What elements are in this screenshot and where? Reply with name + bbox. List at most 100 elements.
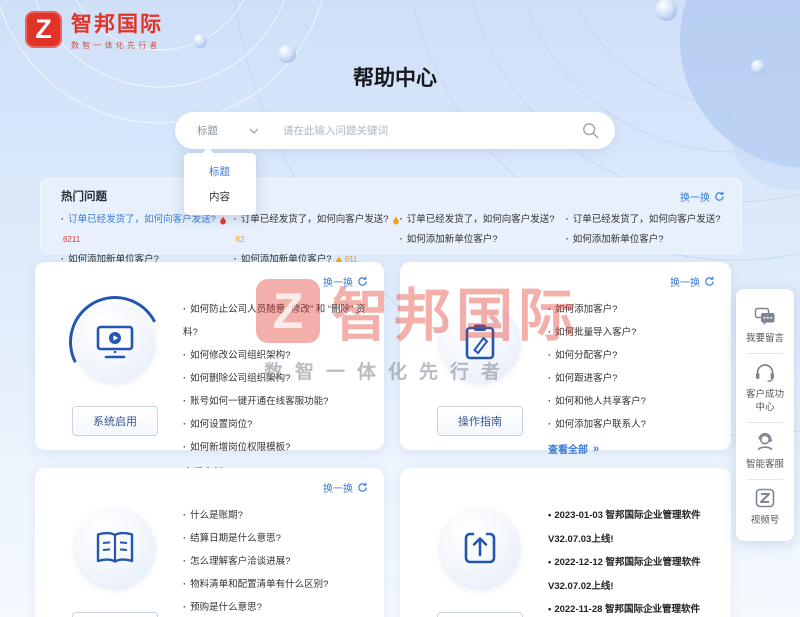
brand-logo[interactable]: Z 智邦国际 数智一体化先行者 — [25, 11, 163, 51]
hot-column: 订单已经发货了，如何向客户发送? 如何添加新单位客户? — [566, 210, 725, 270]
hot-question-text[interactable]: 订单已经发货了，如何向客户发送? — [573, 210, 721, 230]
floating-sidebar: 我要留言 客户成功中心 智能客服 — [736, 289, 794, 541]
version-update-link[interactable]: 2023-01-03 智邦国际企业管理软件V32.07.03上线! — [548, 504, 715, 551]
sidebar-item-label: 我要留言 — [744, 332, 786, 345]
service-agent-icon — [754, 431, 776, 452]
refresh-label: 换一换 — [670, 274, 700, 289]
category-card-system-activation: 换一换 系统启用 — [35, 262, 384, 450]
question-link[interactable]: 如何和他人共享客户? — [548, 390, 715, 413]
hot-question[interactable]: 订单已经发货了，如何向客户发送? 62 — [234, 210, 400, 250]
brand-tagline: 数智一体化先行者 — [71, 40, 163, 51]
hot-count: 6211 — [63, 230, 80, 250]
card-refresh-button[interactable]: 换一换 — [323, 480, 368, 495]
hot-questions-panel: 热门问题 换一换 订单已经发货了，如何向客户发送? 6211 — [40, 178, 742, 254]
refresh-label: 换一换 — [323, 274, 353, 289]
search-filter-select[interactable]: 标题 — [175, 123, 269, 138]
category-card-operation-guide: 换一换 操作指南 如何添加客户? 如何批量导入客户? — [400, 262, 731, 450]
hot-question[interactable]: 订单已经发货了，如何向客户发送? — [566, 210, 725, 230]
search-input[interactable] — [269, 125, 582, 137]
view-all-label: 查看全部 — [548, 441, 588, 456]
hot-question[interactable]: 订单已经发货了，如何向客户发送? — [400, 210, 566, 230]
version-update-link[interactable]: 2022-11-28 智邦国际企业管理软件V32.07上线! — [548, 598, 715, 617]
card-refresh-button[interactable]: 换一换 — [670, 274, 715, 289]
headset-icon — [754, 362, 776, 382]
refresh-icon — [714, 191, 725, 202]
question-link[interactable]: 如何跟进客户? — [548, 367, 715, 390]
refresh-icon — [704, 276, 715, 287]
view-all-link[interactable]: 查看全部 — [548, 441, 599, 456]
help-center-page: Z 智邦国际 数智一体化先行者 帮助中心 标题 标题 内容 热门问题 — [0, 0, 800, 617]
question-link[interactable]: 如何添加客户联系人? — [548, 413, 715, 436]
sidebar-item-label: 智能客服 — [744, 458, 786, 471]
category-button-operation-guide[interactable]: 操作指南 — [437, 406, 523, 436]
brand-name: 智邦国际 — [71, 13, 163, 37]
question-link[interactable]: 如何批量导入客户? — [548, 321, 715, 344]
dropdown-option-content[interactable]: 内容 — [184, 184, 256, 209]
dropdown-option-title[interactable]: 标题 — [184, 159, 256, 184]
question-link[interactable]: 如何设置岗位? — [183, 413, 368, 436]
open-book-icon — [94, 530, 136, 566]
hot-question-text[interactable]: 订单已经发货了，如何向客户发送? — [407, 210, 555, 230]
brand-letter: Z — [35, 14, 52, 45]
upload-box-icon — [461, 529, 499, 567]
hot-column: 订单已经发货了，如何向客户发送? 62 如何添加新单位客户? 911 — [234, 210, 400, 270]
search-icon[interactable] — [582, 122, 599, 139]
hot-question[interactable]: 如何添加新单位客户? — [400, 230, 566, 250]
flame-icon — [392, 216, 400, 225]
question-link[interactable]: 如何删除公司组织架构? — [183, 367, 368, 390]
sidebar-item-smart-service[interactable]: 智能客服 — [736, 423, 794, 479]
category-icon-circle — [440, 302, 520, 382]
card-refresh-button[interactable]: 换一换 — [323, 274, 368, 289]
category-button-version-upgrade[interactable]: 版本升级 — [437, 612, 523, 617]
question-link[interactable]: 账号如何一键开通在线客服功能? — [183, 390, 368, 413]
hot-questions-title: 热门问题 — [61, 188, 107, 204]
video-channel-z-icon — [755, 488, 775, 508]
question-link[interactable]: 什么是账期? — [183, 504, 368, 527]
refresh-label: 换一换 — [323, 480, 353, 495]
page-title: 帮助中心 — [0, 62, 790, 92]
question-link[interactable]: 物料清单和配置清单有什么区别? — [183, 573, 368, 596]
search-bar: 标题 — [175, 112, 615, 149]
question-link[interactable]: 结算日期是什么意思? — [183, 527, 368, 550]
category-icon-circle — [75, 508, 155, 588]
chevron-down-icon — [249, 128, 259, 134]
message-bubbles-icon — [754, 307, 776, 326]
question-link[interactable]: 怎么理解客户洽谈进展? — [183, 550, 368, 573]
sidebar-item-leave-message[interactable]: 我要留言 — [736, 299, 794, 353]
category-button-system-dictionary[interactable]: 系统字典 — [72, 612, 158, 617]
version-update-link[interactable]: 2022-12-12 智邦国际企业管理软件V32.07.02上线! — [548, 551, 715, 598]
hot-column: 订单已经发货了，如何向客户发送? 如何添加新单位客户? — [400, 210, 566, 270]
hot-refresh-button[interactable]: 换一换 — [680, 189, 725, 204]
refresh-icon — [357, 482, 368, 493]
question-link[interactable]: 如何添加客户? — [548, 298, 715, 321]
category-card-version-upgrade: 版本升级 2023-01-03 智邦国际企业管理软件V32.07.03上线! 2… — [400, 468, 731, 617]
category-icon-circle — [440, 508, 520, 588]
sidebar-item-label: 客户成功中心 — [744, 388, 786, 414]
brand-logo-icon: Z — [25, 11, 62, 48]
question-link[interactable]: 如何分配客户? — [548, 344, 715, 367]
hot-question-text[interactable]: 如何添加新单位客户? — [573, 230, 664, 250]
category-card-system-dictionary: 换一换 系统字典 — [35, 468, 384, 617]
hot-count: 62 — [236, 230, 245, 250]
search-filter-dropdown: 标题 内容 — [184, 153, 256, 215]
question-link[interactable]: 如何防止公司人员随意 “修改” 和 “删除” 资料? — [183, 298, 368, 344]
dropdown-notch — [202, 147, 213, 158]
question-link[interactable]: 如何修改公司组织架构? — [183, 344, 368, 367]
question-link[interactable]: 如何新增岗位权限模板? — [183, 436, 368, 459]
question-link[interactable]: 预购是什么意思? — [183, 596, 368, 617]
circle-arc-decoration — [57, 284, 173, 400]
search-filter-value: 标题 — [197, 123, 218, 138]
hot-question-text[interactable]: 订单已经发货了，如何向客户发送? — [241, 210, 389, 230]
hot-question[interactable]: 订单已经发货了，如何向客户发送? 6211 — [61, 210, 234, 250]
sidebar-item-video-channel[interactable]: 视频号 — [736, 480, 794, 535]
refresh-label: 换一换 — [680, 189, 710, 204]
hot-question-text[interactable]: 如何添加新单位客户? — [407, 230, 498, 250]
sidebar-item-customer-success[interactable]: 客户成功中心 — [736, 354, 794, 422]
refresh-icon — [357, 276, 368, 287]
clipboard-icon — [461, 322, 499, 362]
hot-question[interactable]: 如何添加新单位客户? — [566, 230, 725, 250]
flame-icon — [219, 216, 227, 225]
hot-column: 订单已经发货了，如何向客户发送? 6211 如何添加新单位客户? — [61, 210, 234, 270]
category-button-system-activation[interactable]: 系统启用 — [72, 406, 158, 436]
sidebar-item-label: 视频号 — [744, 514, 786, 527]
